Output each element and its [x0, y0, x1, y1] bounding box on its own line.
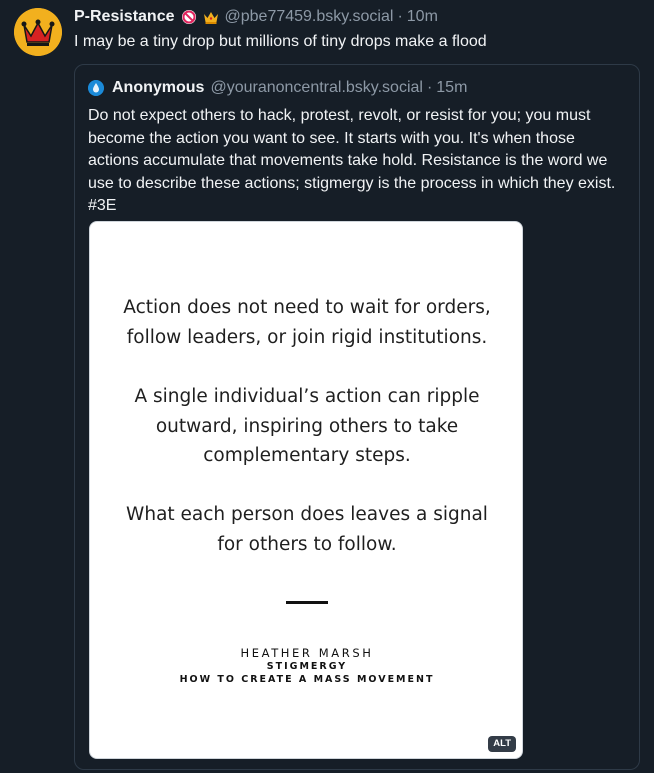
quoted-post-time[interactable]: 15m — [436, 78, 467, 98]
author-display-name[interactable]: P-Resistance — [74, 7, 175, 27]
quoted-post[interactable]: Anonymous @youranoncentral.bsky.social ·… — [74, 64, 640, 770]
image-book-title: STIGMERGY — [266, 661, 348, 672]
post-time[interactable]: 10m — [407, 7, 438, 27]
droplet-avatar-icon[interactable] — [88, 80, 104, 96]
alt-text-badge[interactable]: ALT — [488, 736, 516, 752]
image-book-subtitle: HOW TO CREATE A MASS MOVEMENT — [179, 674, 435, 685]
image-text-line: What each person does leaves a signal — [126, 504, 488, 525]
quoted-image[interactable]: Action does not need to wait for orders,… — [89, 221, 523, 759]
image-paragraph-1: Action does not need to wait for orders,… — [90, 293, 522, 352]
image-author: HEATHER MARSH — [240, 646, 374, 660]
image-text-line: A single individual’s action can ripple — [134, 386, 480, 407]
crown-icon — [203, 9, 219, 25]
post-text: I may be a tiny drop but millions of tin… — [74, 33, 487, 50]
author-handle[interactable]: @pbe77459.bsky.social — [225, 7, 394, 27]
avatar[interactable] — [14, 8, 62, 56]
separator-dot: · — [426, 79, 433, 96]
separator-dot: · — [397, 8, 403, 25]
post-header: P-Resistance @pbe77459.bsky.social · 10m — [74, 6, 438, 28]
quoted-author-display-name[interactable]: Anonymous — [112, 78, 204, 98]
quoted-post-text: Do not expect others to hack, protest, r… — [88, 107, 616, 214]
image-paragraph-3: What each person does leaves a signal fo… — [90, 500, 522, 559]
crown-logo-icon — [14, 8, 62, 56]
image-text-line: complementary steps. — [203, 445, 411, 466]
quoted-post-header: Anonymous @youranoncentral.bsky.social ·… — [88, 78, 467, 98]
image-text-line: for others to follow. — [217, 533, 397, 555]
image-paragraph-2: A single individual’s action can ripple … — [90, 382, 522, 471]
quoted-author-handle[interactable]: @youranoncentral.bsky.social — [210, 78, 423, 98]
image-text-line: follow leaders, or join rigid institutio… — [126, 326, 488, 348]
image-text-line: outward, inspiring others to take — [155, 415, 459, 437]
post[interactable]: P-Resistance @pbe77459.bsky.social · 10m… — [0, 0, 654, 773]
image-text-line: Action does not need to wait for orders, — [123, 297, 491, 318]
no-entry-icon — [181, 9, 197, 25]
divider — [286, 601, 328, 604]
